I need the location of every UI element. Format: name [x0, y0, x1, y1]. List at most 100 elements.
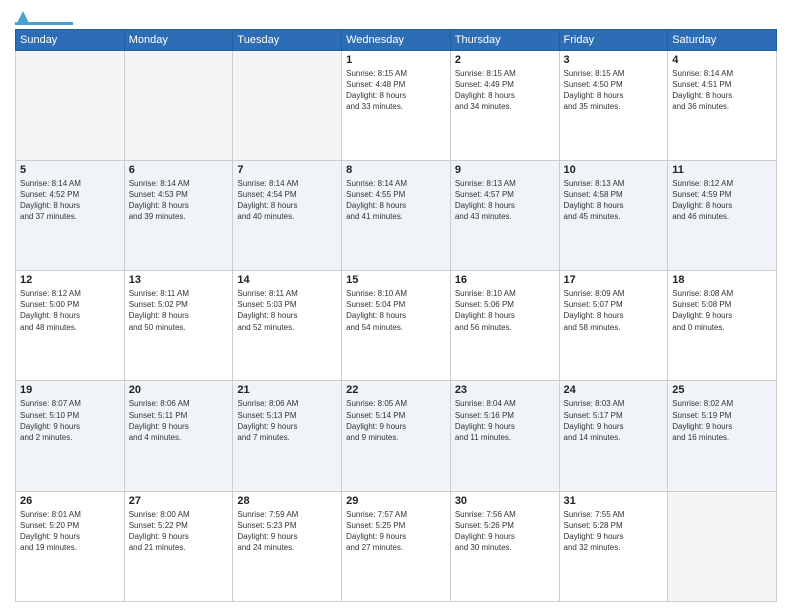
calendar-week-row: 19 Sunrise: 8:07 AM Sunset: 5:10 PM Dayli… — [16, 381, 777, 491]
calendar-cell: 28 Sunrise: 7:59 AM Sunset: 5:23 PM Dayli… — [233, 491, 342, 601]
day-info: Sunrise: 8:11 AM Sunset: 5:02 PM Dayligh… — [129, 288, 229, 333]
day-info: Sunrise: 8:08 AM Sunset: 5:08 PM Dayligh… — [672, 288, 772, 333]
day-number: 6 — [129, 164, 229, 176]
calendar-header-monday: Monday — [124, 29, 233, 50]
day-number: 17 — [564, 274, 664, 286]
day-info: Sunrise: 8:01 AM Sunset: 5:20 PM Dayligh… — [20, 509, 120, 554]
calendar-cell: 8 Sunrise: 8:14 AM Sunset: 4:55 PM Daylig… — [342, 160, 451, 270]
calendar-table: SundayMondayTuesdayWednesdayThursdayFrid… — [15, 29, 777, 603]
calendar-cell: 13 Sunrise: 8:11 AM Sunset: 5:02 PM Dayli… — [124, 271, 233, 381]
calendar-cell — [16, 50, 125, 160]
day-number: 21 — [237, 384, 337, 396]
day-number: 11 — [672, 164, 772, 176]
calendar-cell: 14Sunrise: 8:11 AM Sunset: 5:03 PM Dayli… — [233, 271, 342, 381]
day-number: 12 — [20, 274, 120, 286]
day-number: 29 — [346, 495, 446, 507]
day-info: Sunrise: 8:15 AM Sunset: 4:49 PM Dayligh… — [455, 68, 555, 113]
calendar-cell: 2 Sunrise: 8:15 AM Sunset: 4:49 PM Daylig… — [450, 50, 559, 160]
calendar-week-row: 5 Sunrise: 8:14 AM Sunset: 4:52 PM Daylig… — [16, 160, 777, 270]
calendar-cell: 26 Sunrise: 8:01 AM Sunset: 5:20 PM Dayli… — [16, 491, 125, 601]
day-number: 26 — [20, 495, 120, 507]
calendar-week-row: 1 Sunrise: 8:15 AM Sunset: 4:48 PM Daylig… — [16, 50, 777, 160]
day-info: Sunrise: 8:14 AM Sunset: 4:51 PM Dayligh… — [672, 68, 772, 113]
day-info: Sunrise: 8:13 AM Sunset: 4:57 PM Dayligh… — [455, 178, 555, 223]
day-number: 27 — [129, 495, 229, 507]
day-info: Sunrise: 7:59 AM Sunset: 5:23 PM Dayligh… — [237, 509, 337, 554]
day-number: 20 — [129, 384, 229, 396]
day-number: 10 — [564, 164, 664, 176]
calendar-cell: 12 Sunrise: 8:12 AM Sunset: 5:00 PM Dayli… — [16, 271, 125, 381]
calendar-header-wednesday: Wednesday — [342, 29, 451, 50]
calendar-cell: 4 Sunrise: 8:14 AM Sunset: 4:51 PM Daylig… — [668, 50, 777, 160]
calendar-cell — [668, 491, 777, 601]
day-number: 31 — [564, 495, 664, 507]
calendar-cell — [233, 50, 342, 160]
calendar-cell: 17 Sunrise: 8:09 AM Sunset: 5:07 PM Dayli… — [559, 271, 668, 381]
day-number: 28 — [237, 495, 337, 507]
day-info: Sunrise: 8:04 AM Sunset: 5:16 PM Dayligh… — [455, 398, 555, 443]
calendar-cell: 22 Sunrise: 8:05 AM Sunset: 5:14 PM Dayli… — [342, 381, 451, 491]
logo-underline — [15, 22, 73, 25]
calendar-cell: 11 Sunrise: 8:12 AM Sunset: 4:59 PM Dayli… — [668, 160, 777, 270]
calendar-header-saturday: Saturday — [668, 29, 777, 50]
day-number: 13 — [129, 274, 229, 286]
calendar-cell: 24 Sunrise: 8:03 AM Sunset: 5:17 PM Dayli… — [559, 381, 668, 491]
calendar-cell: 21Sunrise: 8:06 AM Sunset: 5:13 PM Dayli… — [233, 381, 342, 491]
day-number: 22 — [346, 384, 446, 396]
day-info: Sunrise: 8:03 AM Sunset: 5:17 PM Dayligh… — [564, 398, 664, 443]
page: SundayMondayTuesdayWednesdayThursdayFrid… — [0, 0, 792, 612]
day-number: 23 — [455, 384, 555, 396]
day-number: 19 — [20, 384, 120, 396]
day-number: 4 — [672, 54, 772, 66]
day-info: Sunrise: 7:56 AM Sunset: 5:26 PM Dayligh… — [455, 509, 555, 554]
calendar-header-tuesday: Tuesday — [233, 29, 342, 50]
day-number: 25 — [672, 384, 772, 396]
calendar-header-thursday: Thursday — [450, 29, 559, 50]
calendar-cell — [124, 50, 233, 160]
calendar-header-friday: Friday — [559, 29, 668, 50]
day-info: Sunrise: 8:14 AM Sunset: 4:55 PM Dayligh… — [346, 178, 446, 223]
day-info: Sunrise: 8:12 AM Sunset: 5:00 PM Dayligh… — [20, 288, 120, 333]
calendar-cell: 19 Sunrise: 8:07 AM Sunset: 5:10 PM Dayli… — [16, 381, 125, 491]
day-number: 7 — [237, 164, 337, 176]
day-info: Sunrise: 8:15 AM Sunset: 4:48 PM Dayligh… — [346, 68, 446, 113]
calendar-cell: 5 Sunrise: 8:14 AM Sunset: 4:52 PM Daylig… — [16, 160, 125, 270]
day-info: Sunrise: 8:00 AM Sunset: 5:22 PM Dayligh… — [129, 509, 229, 554]
day-info: Sunrise: 7:55 AM Sunset: 5:28 PM Dayligh… — [564, 509, 664, 554]
day-number: 5 — [20, 164, 120, 176]
calendar-cell: 25Sunrise: 8:02 AM Sunset: 5:19 PM Dayli… — [668, 381, 777, 491]
calendar-header-sunday: Sunday — [16, 29, 125, 50]
day-number: 9 — [455, 164, 555, 176]
calendar-cell: 15Sunrise: 8:10 AM Sunset: 5:04 PM Dayli… — [342, 271, 451, 381]
day-number: 16 — [455, 274, 555, 286]
calendar-cell: 9 Sunrise: 8:13 AM Sunset: 4:57 PM Daylig… — [450, 160, 559, 270]
day-number: 18 — [672, 274, 772, 286]
calendar-cell: 18 Sunrise: 8:08 AM Sunset: 5:08 PM Dayli… — [668, 271, 777, 381]
day-info: Sunrise: 8:14 AM Sunset: 4:53 PM Dayligh… — [129, 178, 229, 223]
day-info: Sunrise: 8:14 AM Sunset: 4:54 PM Dayligh… — [237, 178, 337, 223]
calendar-cell: 1 Sunrise: 8:15 AM Sunset: 4:48 PM Daylig… — [342, 50, 451, 160]
day-number: 15 — [346, 274, 446, 286]
day-info: Sunrise: 8:13 AM Sunset: 4:58 PM Dayligh… — [564, 178, 664, 223]
day-info: Sunrise: 8:14 AM Sunset: 4:52 PM Dayligh… — [20, 178, 120, 223]
calendar-cell: 7 Sunrise: 8:14 AM Sunset: 4:54 PM Daylig… — [233, 160, 342, 270]
day-number: 30 — [455, 495, 555, 507]
logo — [15, 10, 73, 23]
day-number: 1 — [346, 54, 446, 66]
calendar-week-row: 26 Sunrise: 8:01 AM Sunset: 5:20 PM Dayli… — [16, 491, 777, 601]
day-info: Sunrise: 8:12 AM Sunset: 4:59 PM Dayligh… — [672, 178, 772, 223]
calendar-cell: 3Sunrise: 8:15 AM Sunset: 4:50 PM Daylig… — [559, 50, 668, 160]
day-info: Sunrise: 8:05 AM Sunset: 5:14 PM Dayligh… — [346, 398, 446, 443]
calendar-cell: 20 Sunrise: 8:06 AM Sunset: 5:11 PM Dayli… — [124, 381, 233, 491]
day-info: Sunrise: 8:09 AM Sunset: 5:07 PM Dayligh… — [564, 288, 664, 333]
day-number: 8 — [346, 164, 446, 176]
calendar-cell: 6 Sunrise: 8:14 AM Sunset: 4:53 PM Daylig… — [124, 160, 233, 270]
calendar-cell: 30 Sunrise: 7:56 AM Sunset: 5:26 PM Dayli… — [450, 491, 559, 601]
day-info: Sunrise: 8:11 AM Sunset: 5:03 PM Dayligh… — [237, 288, 337, 333]
day-number: 24 — [564, 384, 664, 396]
day-info: Sunrise: 7:57 AM Sunset: 5:25 PM Dayligh… — [346, 509, 446, 554]
calendar-cell: 10 Sunrise: 8:13 AM Sunset: 4:58 PM Dayli… — [559, 160, 668, 270]
day-number: 2 — [455, 54, 555, 66]
day-info: Sunrise: 8:07 AM Sunset: 5:10 PM Dayligh… — [20, 398, 120, 443]
day-info: Sunrise: 8:06 AM Sunset: 5:11 PM Dayligh… — [129, 398, 229, 443]
